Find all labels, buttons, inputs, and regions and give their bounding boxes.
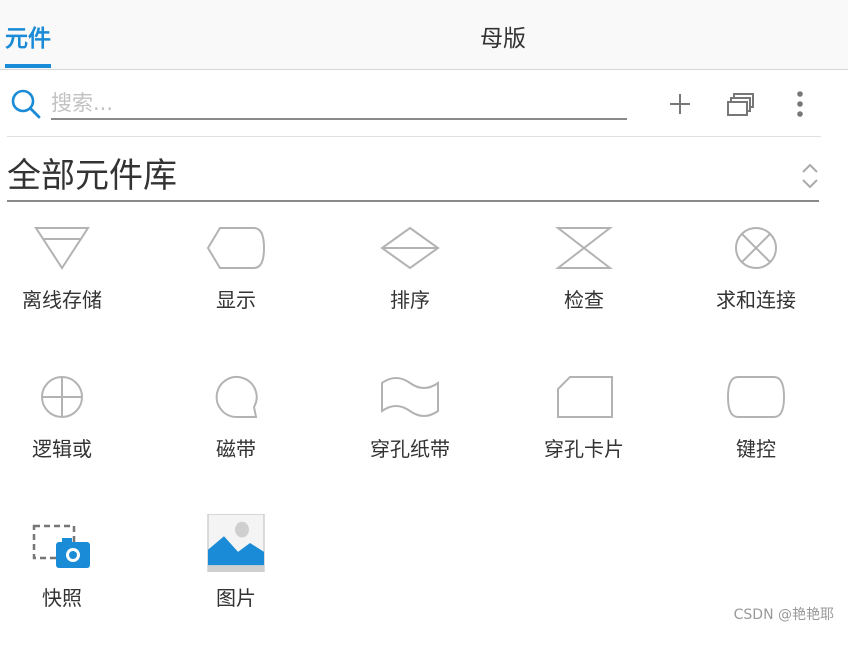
widget-label: 排序 [390, 288, 430, 312]
widget-collate[interactable]: 检查 [497, 212, 671, 352]
tab-widgets[interactable]: 元件 [5, 22, 51, 68]
widget-punched-tape[interactable]: 穿孔纸带 [323, 361, 497, 501]
divider [7, 136, 821, 137]
stacked-windows-button[interactable] [725, 88, 757, 120]
widget-label: 穿孔卡片 [544, 437, 624, 461]
tab-masters-label: 母版 [480, 26, 526, 52]
manual-input-icon [726, 376, 786, 418]
sort-icon [380, 226, 440, 270]
widget-label: 检查 [564, 288, 604, 312]
more-options-button[interactable] [784, 88, 816, 120]
search-toolbar [0, 70, 848, 138]
widget-label: 磁带 [216, 437, 256, 461]
more-vertical-icon [797, 91, 803, 117]
widget-punched-card[interactable]: 穿孔卡片 [497, 361, 671, 501]
widget-manual-input[interactable]: 键控 [669, 361, 843, 501]
plus-icon [670, 94, 690, 114]
widget-offline-storage[interactable]: 离线存储 [0, 212, 149, 352]
widget-summing-junction[interactable]: 求和连接 [669, 212, 843, 352]
library-select[interactable]: 全部元件库 [7, 148, 819, 202]
snapshot-icon [32, 524, 90, 568]
logical-or-icon [41, 376, 83, 418]
widget-label: 快照 [42, 586, 82, 610]
widget-label: 逻辑或 [32, 437, 92, 461]
widget-logical-or[interactable]: 逻辑或 [0, 361, 149, 501]
punched-tape-icon [381, 377, 439, 417]
watermark: CSDN @艳艳耶 [733, 607, 834, 623]
search-input[interactable] [51, 88, 627, 120]
library-select-value: 全部元件库 [7, 156, 177, 196]
widget-label: 键控 [736, 437, 776, 461]
widget-label: 求和连接 [716, 288, 796, 312]
summing-junction-icon [735, 227, 777, 269]
tab-widgets-label: 元件 [5, 26, 51, 52]
collate-icon [555, 227, 613, 269]
stacked-windows-icon [727, 93, 754, 116]
widget-grid: 离线存储 显示 排序 检查 求和连接 逻辑或 磁带 穿孔纸带 穿孔卡片 键控 快… [0, 212, 848, 632]
display-icon [206, 227, 266, 269]
tape-icon [215, 376, 258, 418]
search-icon [11, 89, 41, 119]
widget-image[interactable]: 图片 [149, 510, 323, 650]
image-icon [207, 514, 265, 572]
tab-masters[interactable]: 母版 [480, 22, 526, 56]
offline-storage-icon [34, 227, 90, 270]
tab-bar: 元件 母版 [0, 0, 848, 70]
add-library-button[interactable] [664, 88, 696, 120]
widget-label: 显示 [216, 288, 256, 312]
widget-label: 穿孔纸带 [370, 437, 450, 461]
widget-sort[interactable]: 排序 [323, 212, 497, 352]
widget-display[interactable]: 显示 [149, 212, 323, 352]
active-tab-indicator [5, 64, 51, 68]
chevron-up-down-icon [802, 163, 818, 189]
widget-tape[interactable]: 磁带 [149, 361, 323, 501]
widget-snapshot[interactable]: 快照 [0, 510, 149, 650]
widget-label: 图片 [216, 586, 256, 610]
punched-card-icon [557, 376, 613, 418]
widget-label: 离线存储 [22, 288, 102, 312]
